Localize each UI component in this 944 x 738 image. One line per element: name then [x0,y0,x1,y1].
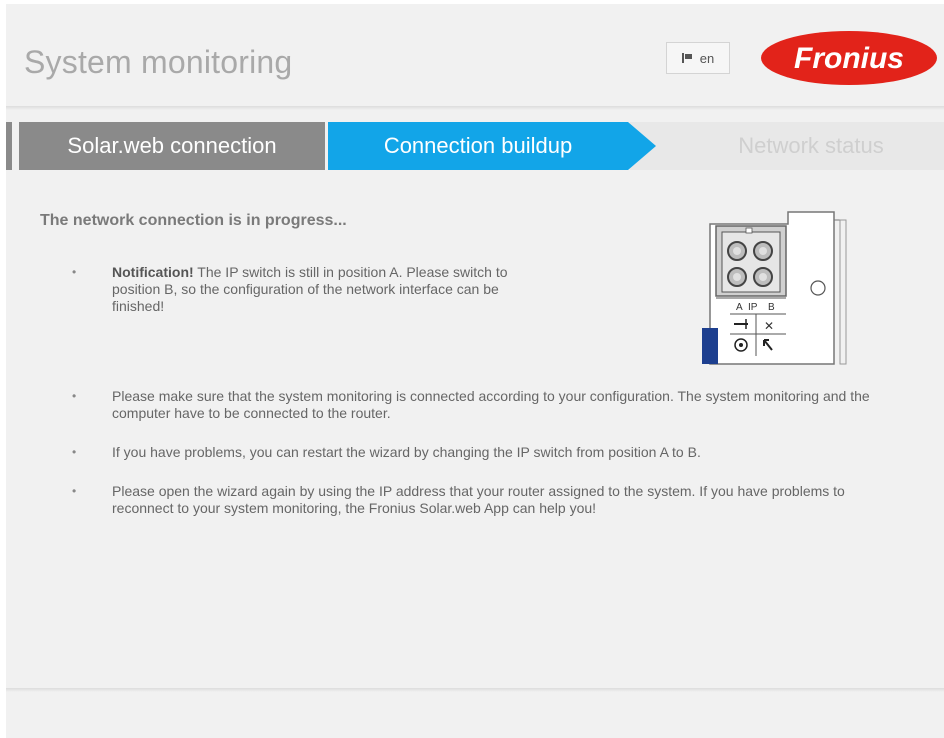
list-item: • Please make sure that the system monit… [72,388,902,422]
footer-divider [6,688,944,692]
step-network-status: Network status [630,122,944,170]
status-heading: The network connection is in progress... [40,212,347,229]
bullet-icon: • [72,389,77,403]
header-divider [6,106,944,110]
list-item: • If you have problems, you can restart … [72,444,902,461]
wizard-steps: Solar.web connection Network status Conn… [6,122,944,170]
diagram-pos-b: B [768,302,775,313]
bullet-icon: • [72,265,77,279]
diagram-pos-a: A [736,302,743,313]
list-item-text: If you have problems, you can restart th… [112,444,701,460]
list-item-text: Please make sure that the system monitor… [112,388,870,421]
ip-switch-diagram: A IP B ✕ [702,211,847,365]
flag-icon [681,53,692,63]
fronius-logo: Fronius [761,31,937,85]
bullet-icon: • [72,484,77,498]
step-connection-buildup: Connection buildup [328,122,628,170]
diagram-ip-label: IP [748,302,758,313]
language-selector[interactable]: en [666,42,730,74]
logo-text: Fronius [794,42,904,75]
header: System monitoring en Fronius [6,4,944,108]
language-label: en [699,50,715,66]
active-step-arrow [628,122,656,170]
page: System monitoring en Fronius Solar.web c… [6,4,944,738]
diagram-x-symbol: ✕ [764,319,774,333]
notification-label: Notification! [112,264,194,280]
instructions-list: • Please make sure that the system monit… [72,388,902,539]
step-solarweb-connection[interactable]: Solar.web connection [19,122,325,170]
notification: • Notification! The IP switch is still i… [72,264,512,315]
list-item: • Please open the wizard again by using … [72,483,902,517]
bullet-icon: • [72,445,77,459]
list-item-text: Please open the wizard again by using th… [112,483,845,516]
app-title: System monitoring [24,44,293,80]
step-edge [6,122,12,170]
